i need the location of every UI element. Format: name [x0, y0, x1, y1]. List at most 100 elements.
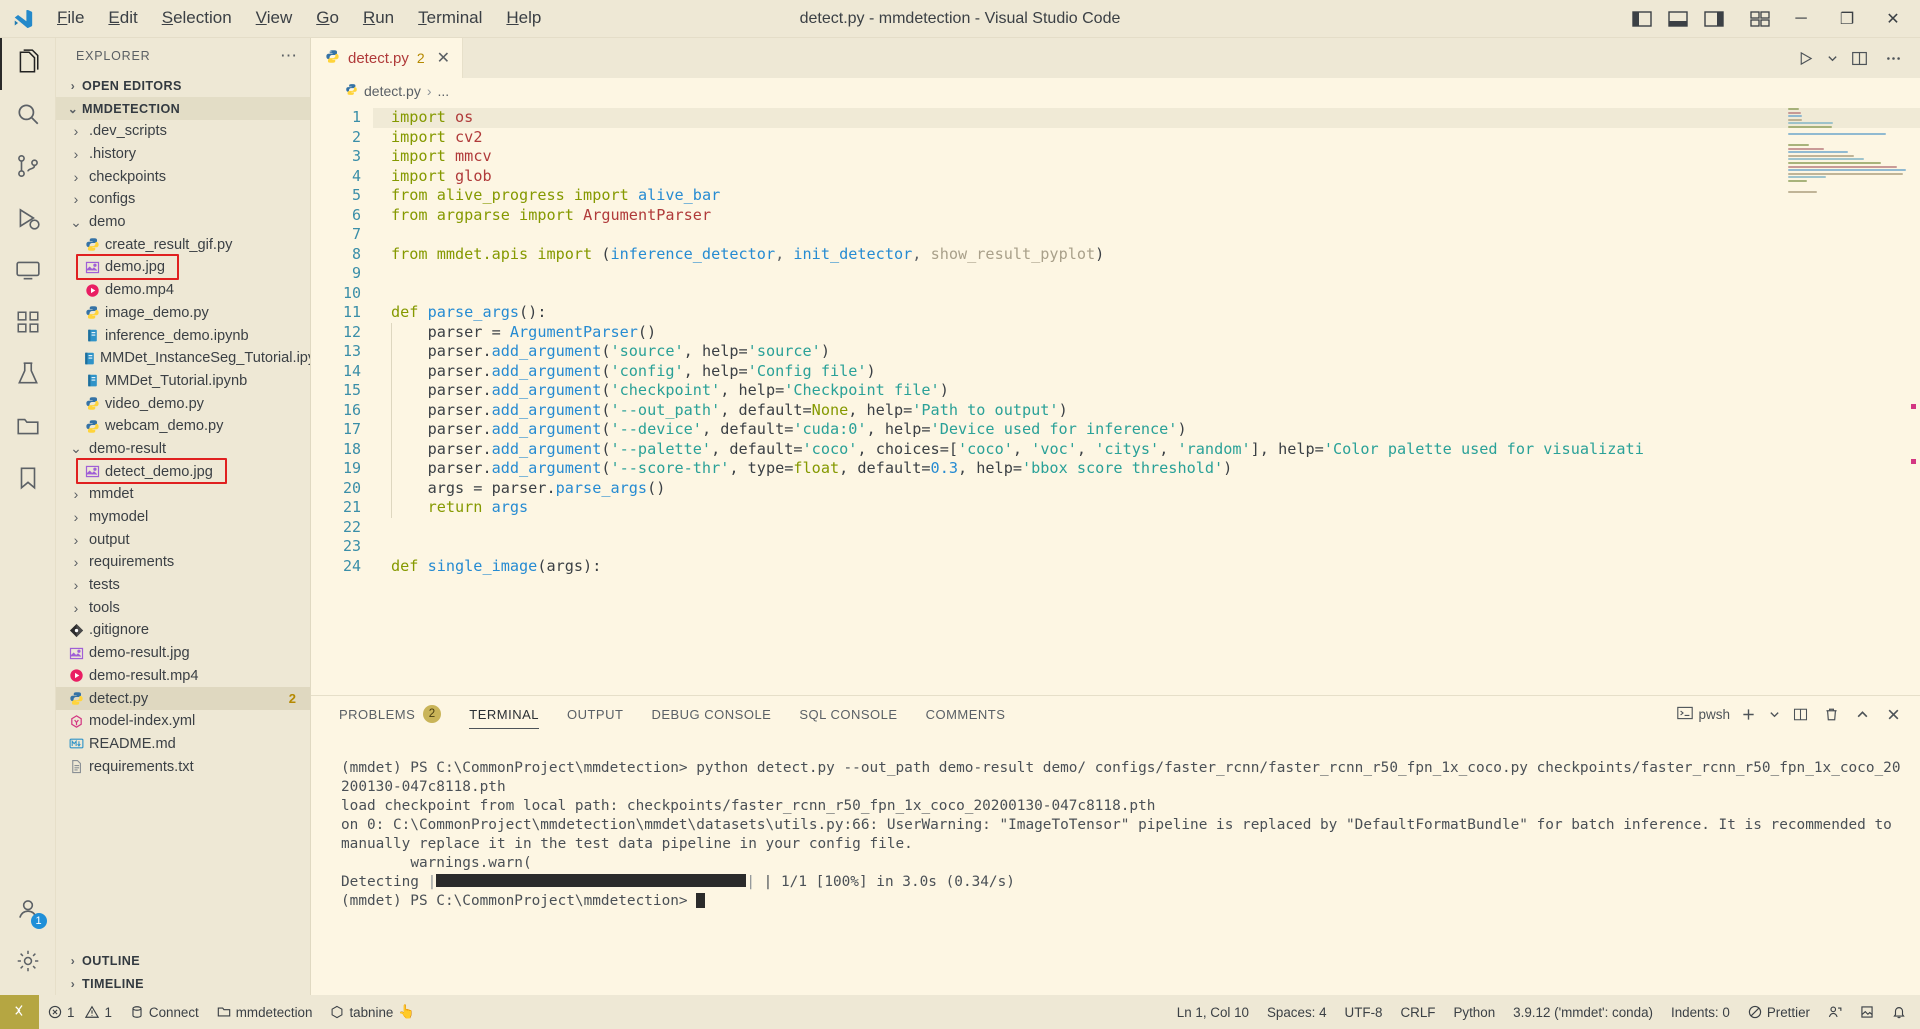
code-line[interactable]: import mmcv [373, 147, 1920, 167]
code-line[interactable]: parser.add_argument('config', help='Conf… [373, 362, 1920, 382]
tree-item-image-demo-py[interactable]: image_demo.py [56, 302, 310, 325]
split-editor-right-icon[interactable] [1844, 43, 1874, 73]
status-language-mode[interactable]: Python [1444, 995, 1504, 1029]
code-line[interactable] [373, 537, 1920, 557]
menu-edit[interactable]: Edit [97, 3, 148, 33]
tree-item-create-result-gif-py[interactable]: create_result_gif.py [56, 233, 310, 256]
code-line[interactable]: from mmdet.apis import (inference_detect… [373, 245, 1920, 265]
tab-detect-py[interactable]: detect.py 2 ✕ [311, 38, 464, 78]
code-line[interactable]: return args [373, 498, 1920, 518]
tab-close-icon[interactable]: ✕ [437, 48, 450, 68]
chevron-down-icon[interactable] [1766, 701, 1782, 727]
code-line[interactable]: from alive_progress import alive_bar [373, 186, 1920, 206]
tree-item-mmdet-tutorial-ipynb[interactable]: MMDet_Tutorial.ipynb [56, 370, 310, 393]
code-editor[interactable]: 1 2 3 4 5 6 7 8 9 10 11 12 13 14 15 16 17 18 19 20 21 22 23 24 … [311, 104, 1920, 695]
code-line[interactable]: parser.add_argument('--device', default=… [373, 420, 1920, 440]
section-project-root[interactable]: ⌄ MMDETECTION [56, 97, 310, 120]
tree-item-requirements[interactable]: › requirements [56, 551, 310, 574]
code-line[interactable]: args = parser.parse_args() [373, 479, 1920, 499]
status-encoding[interactable]: UTF-8 [1336, 995, 1392, 1029]
tree-item-inference-demo-ipynb[interactable]: inference_demo.ipynb [56, 324, 310, 347]
tree-item-demo-result[interactable]: ⌄ demo-result [56, 438, 310, 461]
code-line[interactable]: parser.add_argument('--out_path', defaul… [373, 401, 1920, 421]
panel-tab-list[interactable]: PROBLEMS 2 TERMINAL OUTPUT DEBUG CONSOLE SQL … [311, 696, 1920, 732]
customize-layout-icon[interactable] [1742, 2, 1778, 36]
section-timeline[interactable]: › TIMELINE [56, 972, 310, 995]
tree-item-checkpoints[interactable]: › checkpoints [56, 165, 310, 188]
code-line[interactable] [373, 225, 1920, 245]
status-eol[interactable]: CRLF [1391, 995, 1444, 1029]
tree-item-demo-result-jpg[interactable]: demo-result.jpg [56, 642, 310, 665]
status-indentation[interactable]: Spaces: 4 [1258, 995, 1336, 1029]
menu-run[interactable]: Run [352, 3, 405, 33]
status-cursor-position[interactable]: Ln 1, Col 10 [1168, 995, 1258, 1029]
menu-bar[interactable]: File Edit Selection View Go Run Terminal… [46, 3, 552, 33]
section-outline[interactable]: › OUTLINE [56, 949, 310, 972]
split-terminal-icon[interactable] [1787, 701, 1813, 727]
breadcrumb-symbol[interactable]: ... [438, 83, 450, 99]
activity-run-debug[interactable] [0, 194, 56, 246]
status-problems[interactable]: 1 1 [39, 995, 121, 1029]
status-screencast[interactable] [1851, 995, 1883, 1029]
activity-bookmarks[interactable] [0, 454, 56, 506]
panel-tab-problems[interactable]: PROBLEMS 2 [339, 696, 442, 732]
code-line[interactable]: parser.add_argument('checkpoint', help='… [373, 381, 1920, 401]
tree-item-demo-mp4[interactable]: demo.mp4 [56, 279, 310, 302]
tree-item--dev-scripts[interactable]: › .dev_scripts [56, 120, 310, 143]
new-terminal-icon[interactable] [1735, 701, 1761, 727]
code-line[interactable] [373, 264, 1920, 284]
activity-source-control[interactable] [0, 142, 56, 194]
status-python-interpreter[interactable]: 3.9.12 ('mmdet': conda) [1504, 995, 1662, 1029]
tree-item-requirements-txt[interactable]: requirements.txt [56, 755, 310, 778]
code-line[interactable] [373, 518, 1920, 538]
more-editor-actions-icon[interactable] [1878, 43, 1908, 73]
menu-view[interactable]: View [245, 3, 304, 33]
section-open-editors[interactable]: › OPEN EDITORS [56, 74, 310, 97]
activity-testing[interactable] [0, 350, 56, 402]
breadcrumb-file[interactable]: detect.py [364, 83, 421, 99]
status-live-share[interactable] [1819, 995, 1851, 1029]
tree-item-model-index-yml[interactable]: model-index.yml [56, 710, 310, 733]
tree-item-mmdet[interactable]: › mmdet [56, 483, 310, 506]
run-options-chevron-down-icon[interactable] [1824, 43, 1840, 73]
activity-file-browser[interactable] [0, 402, 56, 454]
code-line[interactable]: parser = ArgumentParser() [373, 323, 1920, 343]
minimap[interactable] [1788, 108, 1908, 263]
panel-tab-sql-console[interactable]: SQL CONSOLE [799, 696, 897, 732]
menu-go[interactable]: Go [305, 3, 350, 33]
close-panel-icon[interactable] [1880, 701, 1906, 727]
code-line[interactable]: import os [373, 108, 1920, 128]
status-folder[interactable]: mmdetection [208, 995, 322, 1029]
close-window-button[interactable]: ✕ [1870, 0, 1916, 38]
tree-item-video-demo-py[interactable]: video_demo.py [56, 392, 310, 415]
code-line[interactable]: parser.add_argument('source', help='sour… [373, 342, 1920, 362]
menu-terminal[interactable]: Terminal [407, 3, 493, 33]
tree-item-detect-demo-jpg[interactable]: detect_demo.jpg [56, 460, 310, 483]
activity-search[interactable] [0, 90, 56, 142]
maximize-button[interactable]: ❐ [1824, 0, 1870, 38]
toggle-panel-icon[interactable] [1660, 2, 1696, 36]
tree-item-tools[interactable]: › tools [56, 596, 310, 619]
tree-item--history[interactable]: › .history [56, 143, 310, 166]
status-indents[interactable]: Indents: 0 [1662, 995, 1739, 1029]
breadcrumb[interactable]: detect.py › ... [311, 78, 1920, 104]
panel-tab-output[interactable]: OUTPUT [567, 696, 623, 732]
sidebar-more-actions-icon[interactable]: ⋯ [280, 46, 298, 66]
menu-help[interactable]: Help [495, 3, 552, 33]
panel-tab-terminal[interactable]: TERMINAL [469, 696, 539, 732]
toggle-secondary-sidebar-icon[interactable] [1696, 2, 1732, 36]
code-line[interactable]: def single_image(args): [373, 557, 1920, 577]
tree-item-demo[interactable]: ⌄ demo [56, 211, 310, 234]
tree-item-tests[interactable]: › tests [56, 574, 310, 597]
code-content[interactable]: import os import cv2 import mmcv import glo… [373, 104, 1920, 695]
tree-item-output[interactable]: › output [56, 528, 310, 551]
code-line[interactable]: def parse_args(): [373, 303, 1920, 323]
panel-tab-debug-console[interactable]: DEBUG CONSOLE [651, 696, 771, 732]
status-connect[interactable]: Connect [121, 995, 208, 1029]
activity-explorer[interactable] [0, 38, 56, 90]
code-line[interactable]: parser.add_argument('--palette', default… [373, 440, 1920, 460]
tree-item--gitignore[interactable]: .gitignore [56, 619, 310, 642]
toggle-primary-sidebar-icon[interactable] [1624, 2, 1660, 36]
file-tree[interactable]: › .dev_scripts › .history › checkpoints › confi… [56, 120, 310, 949]
tree-item-demo-result-mp4[interactable]: demo-result.mp4 [56, 665, 310, 688]
